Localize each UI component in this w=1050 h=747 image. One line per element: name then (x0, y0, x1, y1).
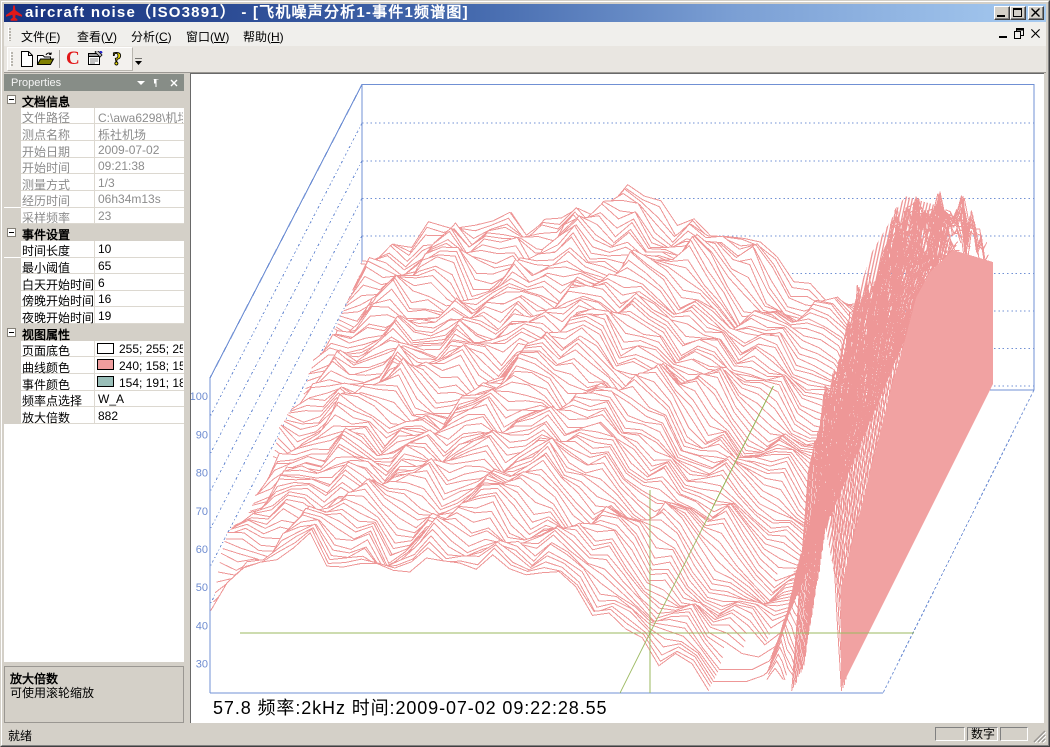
svg-text:50: 50 (196, 582, 208, 594)
svg-text:100: 100 (191, 391, 208, 403)
svg-text:60: 60 (196, 544, 208, 556)
svg-text:70: 70 (196, 506, 208, 518)
svg-text:?: ? (112, 50, 122, 68)
svg-text:30: 30 (196, 659, 208, 671)
svg-text:40: 40 (196, 620, 208, 632)
svg-text:90: 90 (196, 429, 208, 441)
svg-text:80: 80 (196, 468, 208, 480)
